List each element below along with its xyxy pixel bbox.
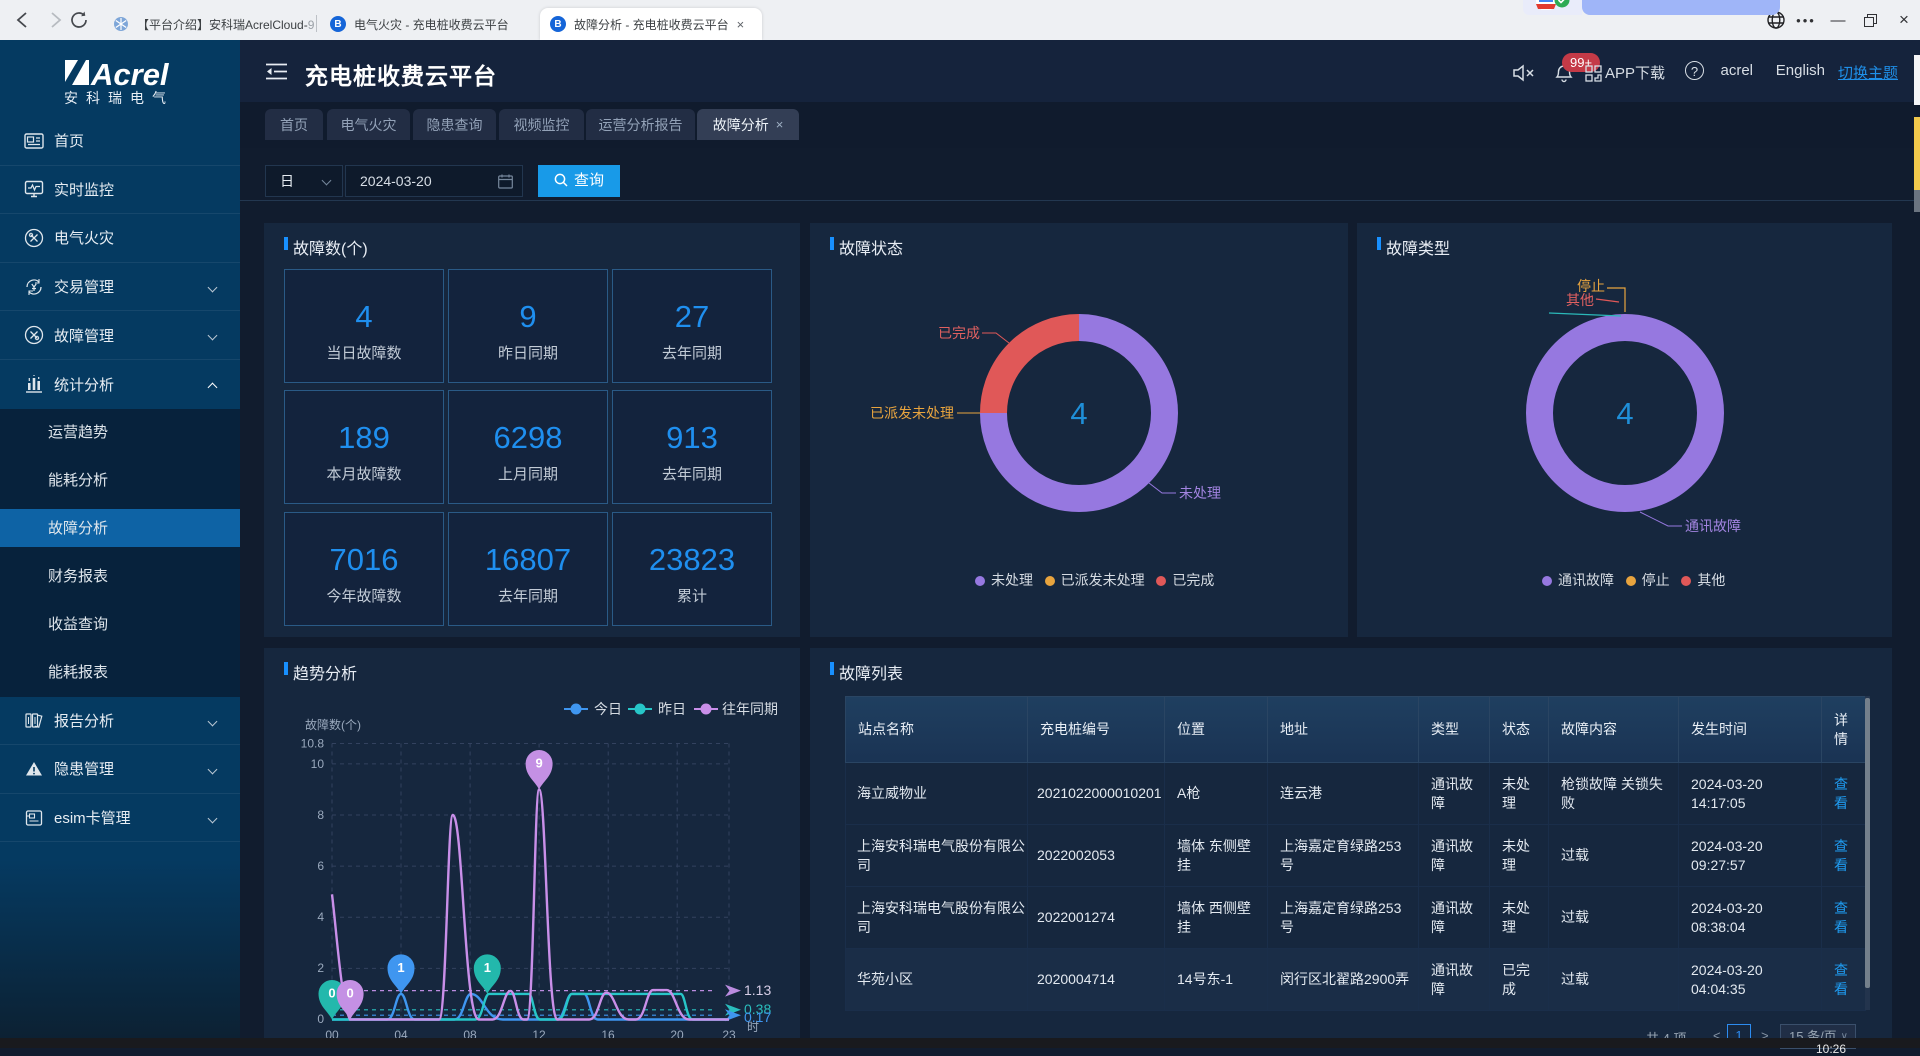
svg-text:0: 0 xyxy=(346,986,353,1001)
svg-text:未处理: 未处理 xyxy=(1179,485,1221,501)
svg-text:1: 1 xyxy=(397,960,404,975)
svg-text:故障数(个): 故障数(个) xyxy=(305,717,361,732)
svg-text:通讯故障: 通讯故障 xyxy=(1685,518,1741,534)
svg-text:Acrel: Acrel xyxy=(90,58,170,92)
svg-text:4: 4 xyxy=(1616,396,1633,431)
svg-text:其他: 其他 xyxy=(1566,292,1594,308)
svg-text:2: 2 xyxy=(317,961,324,975)
svg-text:往年同期: 往年同期 xyxy=(722,701,778,717)
svg-text:今日: 今日 xyxy=(594,701,622,717)
svg-text:10: 10 xyxy=(311,757,325,771)
svg-text:8: 8 xyxy=(317,808,324,822)
svg-text:1: 1 xyxy=(484,960,491,975)
svg-text:4: 4 xyxy=(1070,396,1087,431)
svg-text:1.13: 1.13 xyxy=(744,982,771,998)
svg-text:6: 6 xyxy=(317,859,324,873)
svg-text:4: 4 xyxy=(317,910,324,924)
svg-text:0: 0 xyxy=(328,986,335,1001)
svg-text:已派发未处理: 已派发未处理 xyxy=(870,405,954,421)
svg-text:10.8: 10.8 xyxy=(301,737,325,751)
svg-text:0: 0 xyxy=(317,1012,324,1026)
svg-text:已完成: 已完成 xyxy=(938,325,980,341)
svg-text:昨日: 昨日 xyxy=(658,701,686,717)
svg-text:安科瑞电气: 安科瑞电气 xyxy=(64,90,174,106)
svg-text:0.17: 0.17 xyxy=(744,1009,771,1025)
svg-text:9: 9 xyxy=(535,756,542,771)
